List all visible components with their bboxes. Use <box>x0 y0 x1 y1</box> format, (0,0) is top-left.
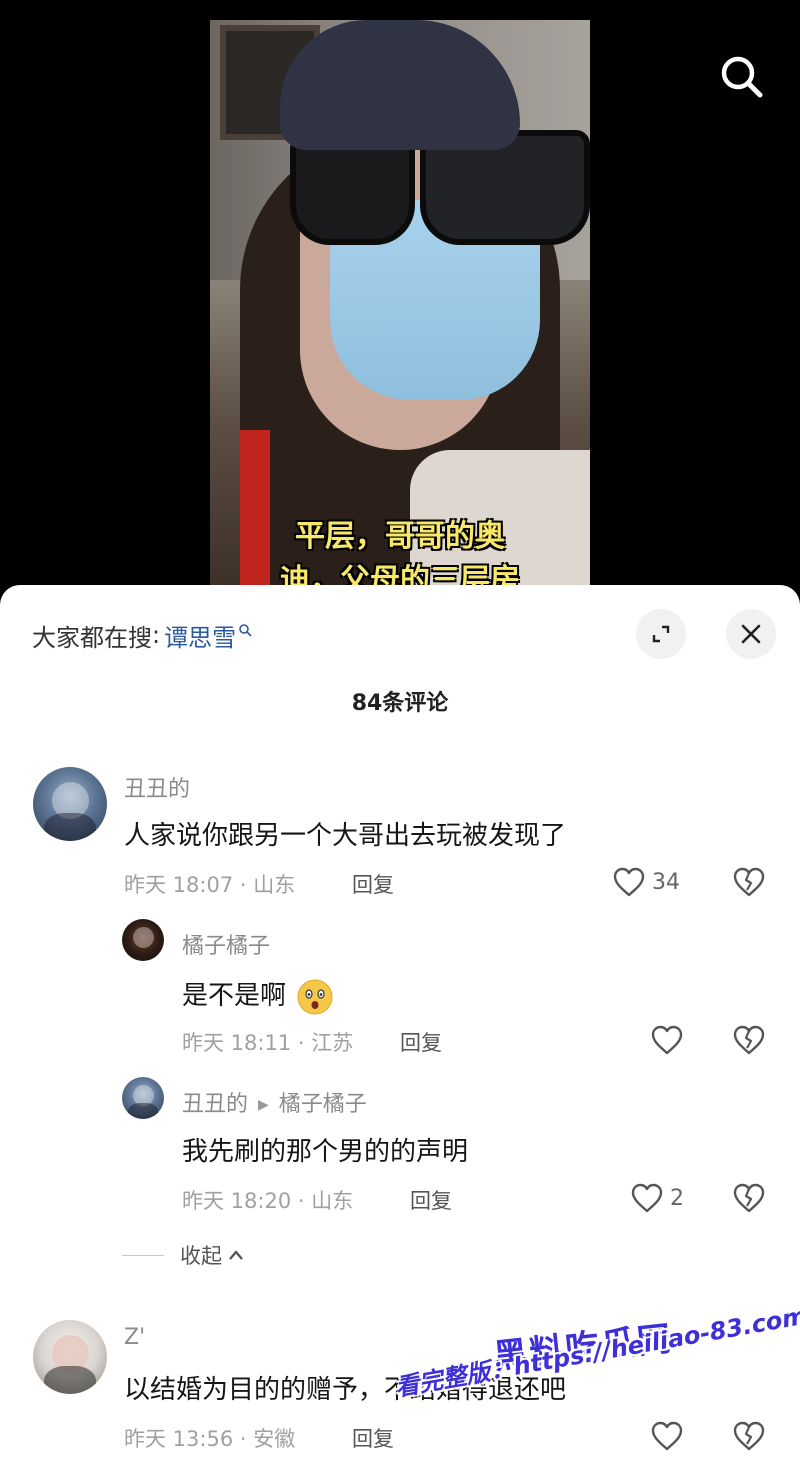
heart-outline-icon <box>613 867 645 897</box>
expand-button[interactable] <box>636 609 686 659</box>
trending-separator: : <box>152 621 161 649</box>
broken-heart-icon <box>733 1421 765 1451</box>
video-frame[interactable]: 平层，哥哥的奥 迪，父母的三层房 <box>210 20 590 600</box>
broken-heart-icon <box>733 867 765 897</box>
dislike-button[interactable] <box>732 866 766 902</box>
comment-time-location: 昨天 18:07 · 山东 <box>124 873 296 897</box>
search-button[interactable] <box>716 52 768 104</box>
like-button[interactable] <box>650 1420 684 1452</box>
avatar[interactable] <box>33 767 107 841</box>
reply-button[interactable]: 回复 <box>352 1423 394 1453</box>
like-count: 34 <box>652 869 680 895</box>
avatar-body <box>44 812 96 841</box>
avatar-head <box>132 927 154 949</box>
comment-username[interactable]: 丑丑的 <box>124 771 190 803</box>
avatar[interactable] <box>33 1320 107 1394</box>
small-search-icon <box>239 624 252 637</box>
video-player[interactable]: 平层，哥哥的奥 迪，父母的三层房 <box>0 0 800 600</box>
reply-button[interactable]: 回复 <box>400 1027 442 1057</box>
avatar-body <box>44 1365 96 1394</box>
collapse-replies-button[interactable]: 收起 <box>122 1240 244 1270</box>
like-button[interactable] <box>650 1024 684 1056</box>
reply-button[interactable]: 回复 <box>410 1185 452 1215</box>
heart-outline-icon <box>631 1183 663 1213</box>
trending-label: 大家都在搜 <box>32 623 152 652</box>
collapse-label: 收起 <box>180 1244 222 1268</box>
dislike-button[interactable] <box>732 1420 766 1456</box>
reply-target-user[interactable]: 橘子橘子 <box>279 1092 367 1117</box>
reply-time-location: 昨天 18:11 · 江苏 <box>182 1031 354 1055</box>
dislike-button[interactable] <box>732 1182 766 1218</box>
expand-icon <box>652 625 670 643</box>
like-button[interactable]: 34 <box>612 866 680 898</box>
reply-author[interactable]: 丑丑的 <box>182 1092 248 1117</box>
reply-text: 是不是啊 <box>182 975 334 1016</box>
trending-search-bar[interactable]: 大家都在搜 : 谭思雪 <box>32 618 252 653</box>
comment-text: 人家说你跟另一个大哥出去玩被发现了 <box>124 821 567 851</box>
avatar[interactable] <box>122 919 164 961</box>
heart-outline-icon <box>651 1025 683 1055</box>
video-sunglasses-left <box>290 135 415 245</box>
dislike-button[interactable] <box>732 1024 766 1060</box>
reply-text: 我先刷的那个男的的声明 <box>182 1137 469 1167</box>
like-button[interactable]: 2 <box>630 1182 684 1214</box>
reply-arrow-icon: ▶ <box>258 1097 269 1113</box>
comment-count: 84条评论 <box>351 691 449 716</box>
close-icon <box>741 624 761 644</box>
search-icon <box>721 56 763 98</box>
collapse-divider <box>122 1254 164 1256</box>
avatar-body <box>128 1103 158 1119</box>
like-count: 2 <box>670 1185 684 1211</box>
comment-time-location: 昨天 13:56 · 安徽 <box>124 1427 296 1451</box>
reply-text-content: 是不是啊 <box>182 981 287 1011</box>
heart-outline-icon <box>651 1421 683 1451</box>
video-caption-line1: 平层，哥哥的奥 <box>295 519 505 554</box>
avatar[interactable] <box>122 1077 164 1119</box>
surprised-face-emoji-icon <box>297 979 333 1014</box>
reply-time-location: 昨天 18:20 · 山东 <box>182 1189 354 1213</box>
reply-username: 丑丑的 ▶ 橘子橘子 <box>182 1086 367 1118</box>
chevron-up-icon <box>229 1250 243 1260</box>
broken-heart-icon <box>733 1025 765 1055</box>
close-button[interactable] <box>726 609 776 659</box>
reply-button[interactable]: 回复 <box>352 869 394 899</box>
reply-username[interactable]: 橘子橘子 <box>182 928 270 960</box>
comment-username[interactable]: Z' <box>124 1325 145 1350</box>
broken-heart-icon <box>733 1183 765 1213</box>
trending-keyword-link[interactable]: 谭思雪 <box>164 618 236 653</box>
